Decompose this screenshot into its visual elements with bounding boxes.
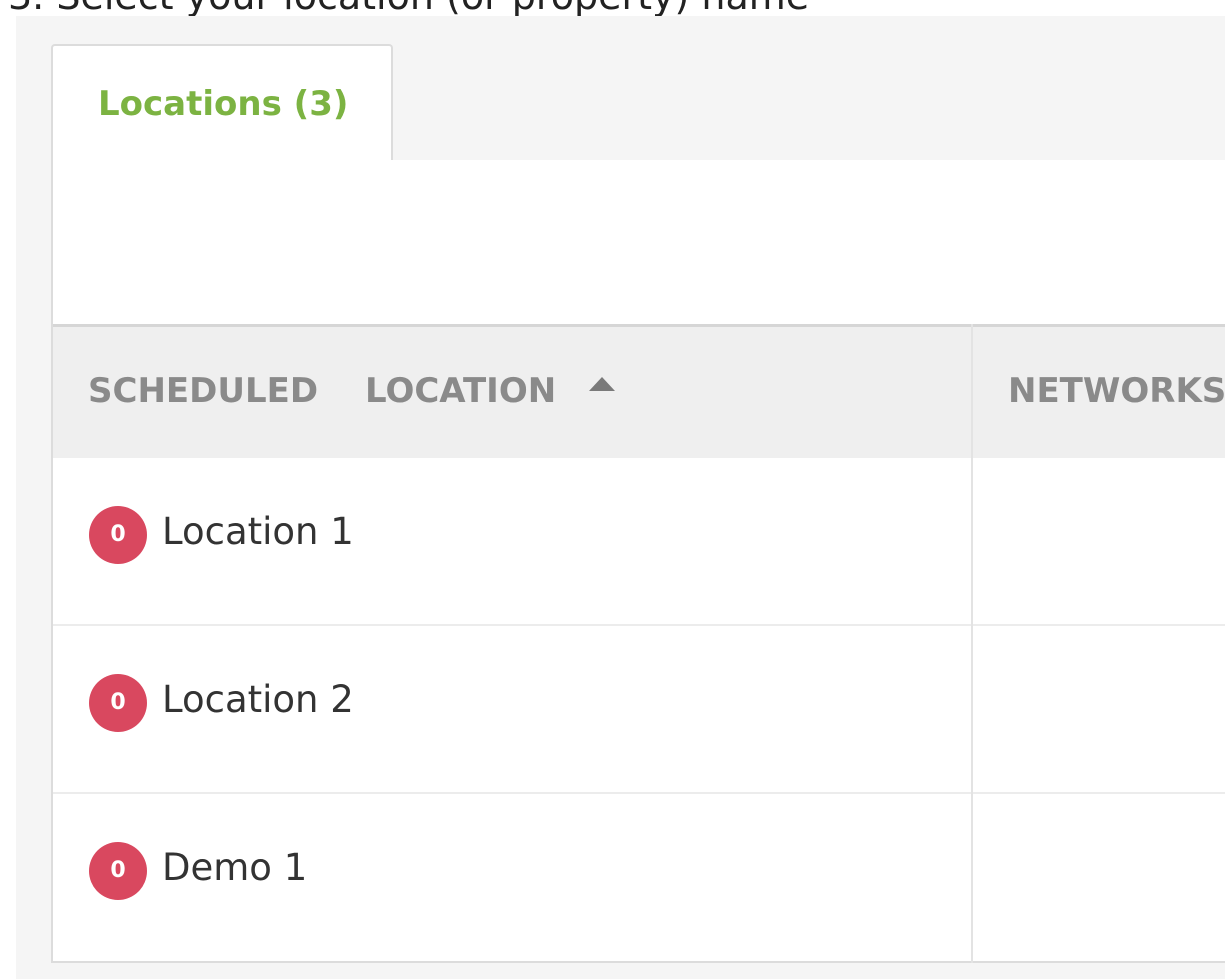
column-divider xyxy=(971,324,973,963)
column-header-location[interactable]: LOCATION xyxy=(365,371,556,411)
scheduled-count-badge: 0 xyxy=(89,842,147,900)
sort-ascending-icon[interactable] xyxy=(589,377,615,391)
column-header-scheduled[interactable]: SCHEDULED xyxy=(88,371,318,411)
column-header-networks[interactable]: NETWORKS xyxy=(1008,371,1225,411)
table-row[interactable]: 0 Demo 1 xyxy=(53,794,1225,962)
location-name[interactable]: Location 1 xyxy=(162,510,354,553)
table-header: SCHEDULED LOCATION NETWORKS xyxy=(53,324,1225,458)
table-row[interactable]: 0 Location 2 xyxy=(53,626,1225,794)
tab-content: SCHEDULED LOCATION NETWORKS 0 Location 1… xyxy=(51,160,1225,963)
location-name[interactable]: Location 2 xyxy=(162,678,354,721)
page: 3. Select your location (or property) na… xyxy=(0,0,1225,979)
table-row[interactable]: 0 Location 1 xyxy=(53,458,1225,626)
scheduled-count-badge: 0 xyxy=(89,674,147,732)
location-name[interactable]: Demo 1 xyxy=(162,846,307,889)
scheduled-count-badge: 0 xyxy=(89,506,147,564)
tab-locations-label: Locations (3) xyxy=(98,84,349,124)
tab-locations[interactable]: Locations (3) xyxy=(51,44,393,164)
